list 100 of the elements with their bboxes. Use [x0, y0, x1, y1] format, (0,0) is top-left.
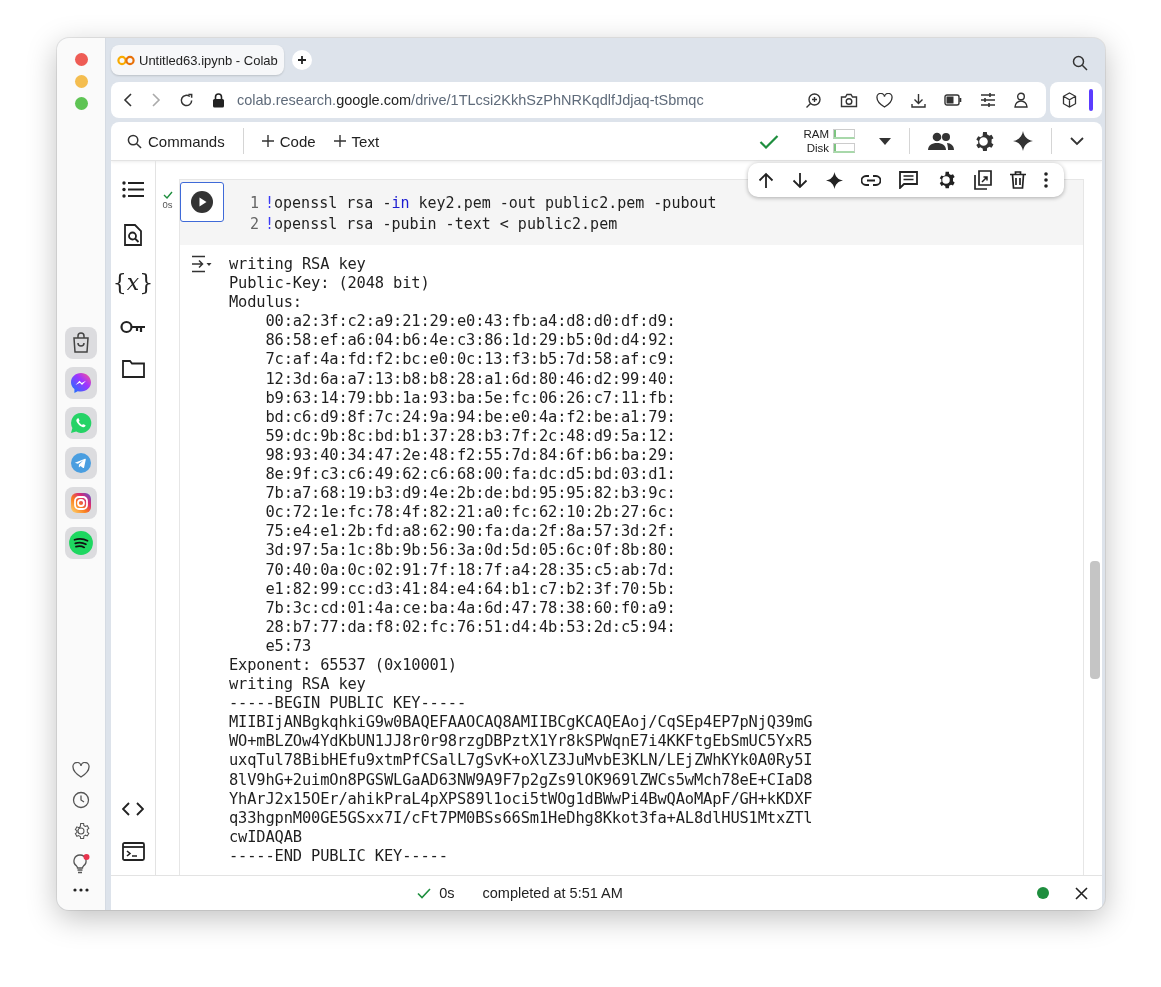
- execution-duration: 0s: [439, 885, 455, 901]
- terminal-icon[interactable]: [121, 842, 145, 861]
- output-line: b9:63:14:79:bb:1a:93:ba:5e:fc:06:26:c7:11:fb:: [264, 388, 677, 408]
- output-line: writing RSA key: [229, 675, 367, 695]
- status-message: completed at 5:51 AM: [482, 885, 623, 901]
- cube-icon[interactable]: [1062, 92, 1077, 108]
- code-cell[interactable]: [179, 179, 1084, 875]
- code-snippets-icon[interactable]: [122, 802, 144, 816]
- output-line: 7b:3c:cd:01:4a:ce:ba:4a:6d:47:78:38:60:f0:a9:: [264, 598, 677, 618]
- variables-button[interactable]: {x}: [112, 272, 154, 294]
- output-line: MIIBIjANBgkqhkiG9w0BAQEFAAOCAQ8AMIIBCgKCAQEAoj/CqSEp4EP7pNjQ39mG: [229, 713, 813, 733]
- find-in-document-icon[interactable]: [124, 224, 142, 246]
- lightbulb-icon[interactable]: [71, 853, 91, 875]
- output-line: e5:73: [264, 636, 313, 656]
- move-up-icon[interactable]: [758, 171, 774, 189]
- output-line: uxqTul78BibHEfu9xtmPfCSalL7gSvK+oXlZ3JuMvbE3KLN/LEjZWhKYk0A0Ry5I: [229, 751, 813, 771]
- output-line: cwIDAQAB: [229, 827, 303, 847]
- clock-icon[interactable]: [72, 791, 90, 809]
- heart-icon[interactable]: [72, 762, 90, 778]
- play-icon: [191, 191, 213, 213]
- output-line: 59:dc:9b:8c:bd:b1:37:28:b3:7f:2c:48:d9:5a:12:: [264, 426, 677, 446]
- connection-status-dot: [1037, 887, 1049, 899]
- run-cell-button[interactable]: [180, 182, 224, 222]
- link-icon[interactable]: [861, 174, 881, 186]
- output-line: 12:3d:6a:a7:13:b8:b8:28:a1:6d:80:46:d2:99:40:: [264, 369, 677, 389]
- search-icon[interactable]: [1072, 55, 1088, 71]
- output-line: 70:40:0a:0c:02:91:7f:18:7f:a4:28:35:c5:ab:7d:: [264, 560, 677, 580]
- code-editor[interactable]: 1 !openssl rsa -in key2.pem -out public2.pem -pubout 2 !openssl rsa -pubin -text < public2.pem: [180, 180, 1083, 245]
- folder-icon[interactable]: [121, 360, 145, 378]
- close-icon[interactable]: [1075, 886, 1088, 900]
- settings-icon[interactable]: [72, 822, 90, 840]
- lock-icon: [212, 92, 225, 108]
- commands-button[interactable]: Commands: [127, 132, 225, 150]
- output-line: 7c:af:4a:fd:f2:bc:e0:0c:13:f3:b5:7d:58:af:c9:: [264, 350, 677, 370]
- add-code-button[interactable]: Code: [261, 132, 316, 150]
- check-icon: [162, 191, 173, 199]
- back-icon[interactable]: [123, 93, 133, 107]
- camera-icon[interactable]: [840, 92, 858, 108]
- sidebar-toggle[interactable]: [1089, 89, 1093, 111]
- mirror-cell-icon[interactable]: [974, 170, 992, 190]
- plus-icon: [296, 55, 307, 65]
- line-number: 1: [250, 193, 261, 212]
- output-line: 86:58:ef:a6:04:b6:4e:c3:86:1d:29:b5:0d:d4:92:: [264, 331, 677, 351]
- more-icon[interactable]: [73, 888, 89, 892]
- people-icon[interactable]: [928, 132, 954, 150]
- output-line: 28:b7:77:da:f8:02:fc:76:51:d4:4b:53:2d:c5:94:: [264, 617, 677, 637]
- battery-icon[interactable]: [944, 94, 962, 106]
- table-of-contents-icon[interactable]: [122, 181, 144, 198]
- key-icon[interactable]: [120, 320, 146, 334]
- delete-icon[interactable]: [1010, 171, 1026, 189]
- download-icon[interactable]: [911, 92, 926, 108]
- heart-icon[interactable]: [876, 92, 893, 108]
- sparkle-icon[interactable]: [826, 171, 843, 189]
- sparkle-icon[interactable]: [1013, 131, 1033, 151]
- chevron-down-icon[interactable]: [1070, 136, 1084, 146]
- scrollbar-thumb[interactable]: [1090, 561, 1100, 679]
- line-number: 2: [250, 214, 261, 233]
- colab-logo-icon: [117, 54, 135, 66]
- caret-icon[interactable]: [879, 137, 891, 145]
- profile-icon[interactable]: [1014, 92, 1028, 108]
- plus-icon: [261, 135, 274, 147]
- messenger-icon[interactable]: [65, 367, 97, 399]
- output-line: 8lV9hG+2uimOn8PGSWLGaAD63NW9A9F7p2gZs9lOK969lZWCs5wMch78eE+CIaD8: [229, 770, 813, 790]
- shopping-bag-icon[interactable]: [65, 327, 97, 359]
- output-line: 0c:72:1e:fc:78:4f:82:21:a0:fc:62:10:2b:27:6c:: [264, 503, 677, 523]
- output-line: bd:c6:d9:8f:7c:24:9a:94:be:e0:4a:f2:be:a1:79:: [264, 407, 677, 427]
- connected-check-icon[interactable]: [759, 133, 780, 149]
- browser-tab[interactable]: Untitled63.ipynb - Colab: [111, 45, 284, 75]
- instagram-icon[interactable]: [65, 487, 97, 519]
- output-line: -----BEGIN PUBLIC KEY-----: [229, 694, 467, 714]
- close-window-button[interactable]: [74, 53, 88, 66]
- disk-label: Disk: [806, 142, 829, 154]
- address-bar[interactable]: colab.research.google.com/drive/1TLcsi2KkhSzPhNRKqdlfJdjaq-tSbmqc: [111, 82, 1046, 118]
- output-line: e1:82:99:cc:d3:41:84:e4:64:b1:c7:b2:3f:70:5b:: [264, 579, 677, 599]
- output-line: 3d:97:5a:1c:8b:9b:56:3a:0d:5d:05:6c:0f:8b:80:: [264, 541, 677, 561]
- output-actions-icon[interactable]: [191, 255, 213, 273]
- sliders-icon[interactable]: [980, 93, 996, 107]
- zoom-in-icon[interactable]: [805, 91, 822, 109]
- output-line: q33hgpnM00GE5GSxx7I/cFt7PM0BSs66Sm1HeDhg8Kkot3fa+AL8dlHUS1MtxZTl: [229, 808, 813, 828]
- add-text-button[interactable]: Text: [333, 132, 380, 150]
- output-line: -----END PUBLIC KEY-----: [229, 846, 449, 866]
- plus-icon: [333, 135, 346, 147]
- move-down-icon[interactable]: [792, 171, 808, 189]
- check-icon: [417, 887, 432, 899]
- output-line: Modulus:: [229, 293, 303, 313]
- output-line: Public-Key: (2048 bit): [229, 274, 431, 294]
- telegram-icon[interactable]: [65, 447, 97, 479]
- ram-label: RAM: [803, 128, 829, 140]
- url-text[interactable]: colab.research.google.com/drive/1TLcsi2KkhSzPhNRKqdlfJdjaq-tSbmqc: [237, 92, 704, 108]
- output-line: WO+mBLZOw4YdKbUN1JJ8r0r98rzgDBPztX1Yr8kSPWqnE7i4KKFtgEbSmUC5YxR5: [229, 732, 813, 752]
- output-line: writing RSA key: [229, 255, 367, 275]
- output-line: YhArJ2x15OEr/ahikPraL4pXPS89l1oci5tWOg1dBWwPi4BwQAoMApF/GH+kKDXF: [229, 789, 813, 809]
- more-options-icon[interactable]: [1044, 172, 1048, 188]
- spotify-icon[interactable]: [65, 527, 97, 559]
- output-line: 7b:a7:68:19:b3:d9:4e:2b:de:bd:95:95:82:b3:9c:: [264, 484, 677, 504]
- output-line: 8e:9f:c3:c6:49:62:c6:68:00:fa:dc:d5:bd:03:d1:: [264, 465, 677, 485]
- new-tab-button[interactable]: [291, 50, 312, 70]
- comment-icon[interactable]: [899, 171, 918, 189]
- code-line: !openssl rsa -pubin -text < public2.pem: [265, 214, 618, 233]
- reload-icon[interactable]: [179, 92, 194, 108]
